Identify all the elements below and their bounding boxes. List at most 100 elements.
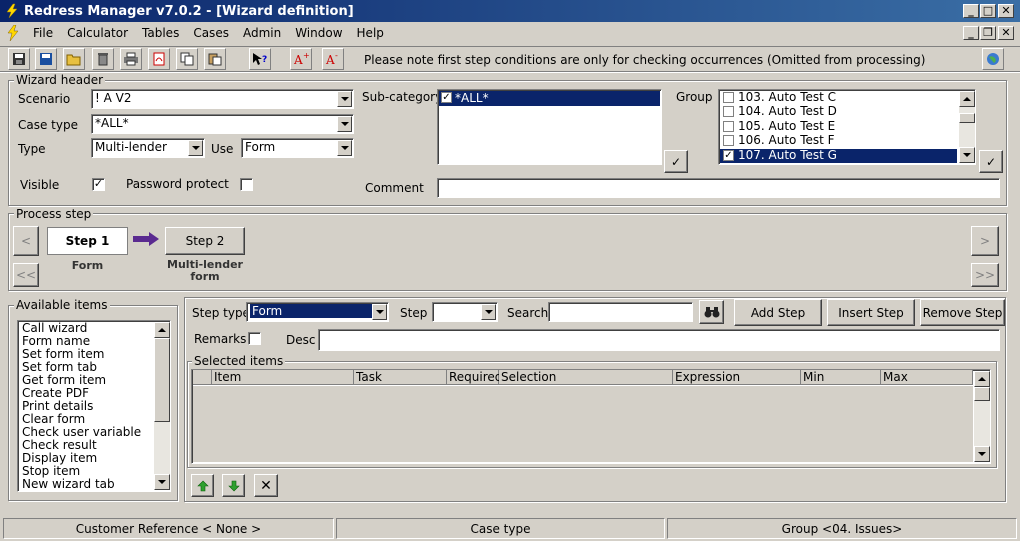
group-apply-button[interactable]: ✓ [979, 150, 1003, 173]
child-restore-button[interactable]: ❐ [980, 26, 996, 40]
table-scrollbar[interactable] [974, 371, 990, 462]
chevron-down-icon[interactable] [337, 116, 352, 132]
move-down-icon[interactable] [222, 474, 245, 497]
scroll-thumb[interactable] [974, 387, 990, 401]
column-header-selection[interactable]: Selection [499, 370, 673, 385]
open-folder-icon[interactable] [63, 48, 85, 70]
available-scrollbar[interactable] [154, 322, 170, 490]
scroll-thumb[interactable] [154, 338, 170, 422]
step-combo[interactable] [432, 302, 498, 322]
child-close-button[interactable]: ✕ [998, 26, 1014, 40]
font-decrease-icon[interactable]: A- [322, 48, 344, 70]
column-header-task[interactable]: Task [354, 370, 447, 385]
list-item[interactable]: 106. Auto Test F [720, 134, 957, 148]
subcategory-apply-button[interactable]: ✓ [664, 150, 688, 173]
available-items-list[interactable]: Call wizard Form name Set form item Set for… [17, 320, 171, 492]
scroll-down-icon[interactable] [974, 446, 990, 462]
copy-icon[interactable] [176, 48, 198, 70]
group-list[interactable]: 103. Auto Test C 104. Auto Test D 105. Aut… [718, 89, 976, 165]
group-item-checkbox[interactable] [723, 120, 734, 132]
maximize-button[interactable]: □ [980, 4, 996, 18]
subcategory-checkbox[interactable]: ✓ [441, 92, 452, 103]
status-group: Group <04. Issues> [667, 518, 1017, 539]
comment-input[interactable] [437, 178, 1000, 198]
group-item-checkbox[interactable] [723, 135, 734, 147]
chevron-down-icon[interactable] [337, 91, 352, 107]
remarks-checkbox[interactable] [248, 332, 261, 345]
scroll-up-icon[interactable] [974, 371, 990, 387]
list-item[interactable]: ✓ *ALL* [439, 91, 660, 106]
insert-step-button[interactable]: Insert Step [827, 299, 915, 326]
globe-icon[interactable] [982, 48, 1004, 70]
last-step-button[interactable]: >> [971, 263, 999, 287]
type-combo[interactable]: Multi-lender [91, 138, 205, 158]
child-minimize-button[interactable]: _ [963, 26, 979, 40]
scenario-combo[interactable]: ! A V2 [91, 89, 354, 109]
group-item-checkbox[interactable] [723, 92, 734, 103]
step-1-box[interactable]: Step 1 [47, 227, 128, 255]
add-step-button[interactable]: Add Step [734, 299, 822, 326]
column-header-max[interactable]: Max [881, 370, 973, 385]
list-item[interactable]: 103. Auto Test C [720, 91, 957, 105]
prev-step-button[interactable]: < [13, 226, 39, 256]
close-button[interactable]: ✕ [998, 4, 1014, 18]
menu-tables[interactable]: Tables [135, 26, 186, 40]
search-input[interactable] [548, 302, 693, 322]
step-type-combo[interactable]: Form [246, 302, 389, 322]
row-selector-header [193, 370, 212, 385]
paste-icon[interactable] [204, 48, 226, 70]
menu-help[interactable]: Help [350, 26, 391, 40]
column-header-min[interactable]: Min [801, 370, 881, 385]
password-protect-checkbox[interactable] [240, 178, 253, 191]
scenario-label: Scenario [18, 92, 71, 106]
delete-item-icon[interactable]: ✕ [254, 474, 278, 497]
chevron-down-icon[interactable] [337, 140, 352, 156]
column-header-required[interactable]: Required [447, 370, 502, 385]
remove-step-button[interactable]: Remove Step [920, 299, 1005, 326]
toolbar-note: Please note first step conditions are on… [364, 53, 926, 67]
subcategory-list[interactable]: ✓ *ALL* [437, 89, 662, 165]
list-item[interactable]: 104. Auto Test D [720, 105, 957, 119]
group-item-checkbox[interactable]: ✓ [723, 149, 734, 161]
scroll-up-icon[interactable] [154, 322, 170, 338]
list-item[interactable]: New wizard tab [19, 478, 154, 491]
help-pointer-icon[interactable]: ? [249, 48, 271, 70]
scroll-down-icon[interactable] [154, 474, 170, 490]
font-increase-icon[interactable]: A + [290, 48, 312, 70]
chevron-down-icon[interactable] [481, 304, 496, 320]
table-body[interactable] [193, 386, 973, 462]
group-scrollbar[interactable] [959, 91, 975, 163]
scroll-up-icon[interactable] [959, 91, 975, 107]
print-icon[interactable] [120, 48, 142, 70]
column-header-item[interactable]: Item [212, 370, 354, 385]
delete-icon[interactable] [92, 48, 114, 70]
chevron-down-icon[interactable] [372, 304, 387, 320]
menu-calculator[interactable]: Calculator [60, 26, 135, 40]
list-item[interactable]: 105. Auto Test E [720, 118, 957, 134]
group-item-checkbox[interactable] [723, 106, 734, 118]
pdf-icon[interactable] [148, 48, 170, 70]
move-up-icon[interactable] [191, 474, 214, 497]
step-2-box[interactable]: Step 2 [165, 227, 245, 255]
menu-cases[interactable]: Cases [186, 26, 236, 40]
column-header-expression[interactable]: Expression [673, 370, 801, 385]
save-all-icon[interactable] [35, 48, 57, 70]
group-item-label: 105. Auto Test E [738, 118, 836, 133]
next-step-button[interactable]: > [971, 226, 999, 256]
scroll-thumb[interactable] [959, 113, 975, 123]
case-type-combo[interactable]: *ALL* [91, 114, 354, 134]
visible-checkbox[interactable]: ✓ [92, 178, 105, 191]
use-combo[interactable]: Form [241, 138, 354, 158]
chevron-down-icon[interactable] [188, 140, 203, 156]
minimize-button[interactable]: _ [963, 4, 979, 18]
menu-file[interactable]: File [26, 26, 60, 40]
scroll-down-icon[interactable] [959, 147, 975, 163]
list-item[interactable]: ✓ 107. Auto Test G [720, 148, 957, 163]
save-icon[interactable] [8, 48, 30, 70]
menu-admin[interactable]: Admin [236, 26, 288, 40]
binoculars-icon[interactable] [699, 300, 724, 324]
desc-input[interactable] [318, 329, 1000, 351]
menu-window[interactable]: Window [288, 26, 349, 40]
first-step-button[interactable]: << [13, 263, 39, 287]
selected-items-table[interactable]: Item Task Required Selection Expression … [191, 369, 991, 464]
